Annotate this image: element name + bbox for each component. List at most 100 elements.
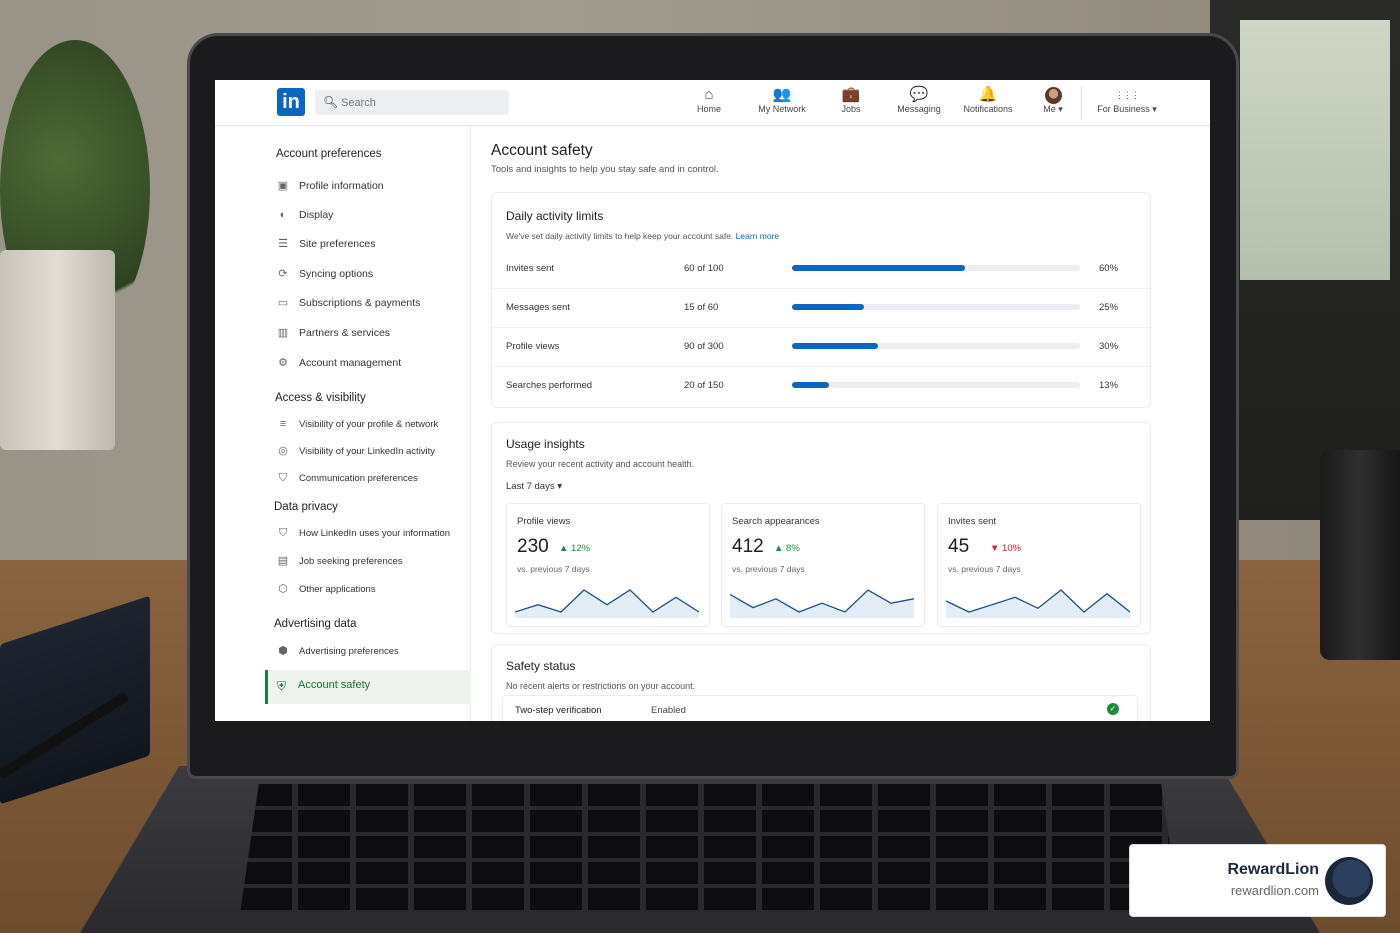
room-window <box>1210 0 1400 520</box>
limit-progress-track <box>792 343 1080 349</box>
window-pane <box>1240 20 1390 280</box>
card-icon: ▭ <box>277 297 289 309</box>
sidebar-item-label: Communication preferences <box>299 473 418 484</box>
shield-check-icon: ⛨ <box>277 679 287 693</box>
limit-count: 60 of 100 <box>684 263 724 274</box>
card-description: Review your recent activity and account … <box>506 459 695 469</box>
sidebar-item-label: Visibility of your profile & network <box>299 419 439 430</box>
watermark-brand: RewardLion <box>1227 861 1319 878</box>
sidebar-item-advertising-preferences[interactable]: ⬢ Advertising preferences <box>275 642 399 660</box>
stat-title: Search appearances <box>732 516 820 527</box>
sparkline-invites-sent <box>946 589 1130 618</box>
watermark-badge: RewardLion rewardlion.com <box>1129 844 1386 917</box>
limit-row-messages: Messages sent 15 of 60 25% <box>492 289 1152 328</box>
limit-progress-fill <box>792 343 879 349</box>
sidebar-item-account-management[interactable]: ⚙ Account management <box>275 354 401 372</box>
nav-my-network-label: My Network <box>758 104 806 114</box>
sync-icon: ⟳ <box>278 268 288 280</box>
sidebar-item-account-safety[interactable]: ⛨ Account safety <box>265 670 471 704</box>
card-description: No recent alerts or restrictions on your… <box>506 681 696 691</box>
sidebar-item-communication[interactable]: ⛉ Communication preferences <box>275 469 418 487</box>
stat-comparison: vs. previous 7 days <box>517 564 590 574</box>
sidebar-item-visibility-activity[interactable]: ◎ Visibility of your LinkedIn activity <box>275 442 435 460</box>
limit-count: 90 of 300 <box>684 341 724 352</box>
stat-card-search-appearances: Search appearances 412 ▲ 8% vs. previous… <box>721 503 925 627</box>
limit-count: 20 of 150 <box>684 380 724 391</box>
settings-sidebar: Account preferences ▣ Profile information… <box>215 126 471 721</box>
nav-notifications[interactable]: 🔔 Notifications <box>959 86 1017 114</box>
stat-value: 412 <box>732 536 764 557</box>
limit-row-searches: Searches performed 20 of 150 13% <box>492 367 1152 406</box>
sidebar-item-profile-information[interactable]: ▣ Profile information <box>275 177 384 195</box>
list-icon: ☰ <box>278 238 288 250</box>
limit-label: Invites sent <box>506 263 555 274</box>
sidebar-item-subscriptions-payments[interactable]: ▭ Subscriptions & payments <box>275 294 421 312</box>
sparkline-area <box>730 590 914 618</box>
keyboard-rows <box>240 784 1180 914</box>
plant-pot <box>0 250 115 450</box>
two-step-verification-row[interactable]: Two-step verification Enabled ✓ <box>502 695 1138 721</box>
stat-delta: ▲ 12% <box>559 543 591 554</box>
stat-title: Profile views <box>517 516 571 527</box>
sidebar-item-label: Partners & services <box>299 327 391 339</box>
nav-messaging[interactable]: 💬 Messaging <box>891 86 947 114</box>
card-title: Daily activity limits <box>506 209 604 223</box>
stat-card-invites-sent: Invites sent 45 ▼ 10% vs. previous 7 day… <box>937 503 1141 627</box>
status-value: Enabled <box>651 705 686 716</box>
check-circle-icon: ✓ <box>1107 703 1119 715</box>
nav-jobs-label: Jobs <box>841 104 861 114</box>
page-title: Account safety <box>491 142 593 159</box>
limit-percent: 25% <box>1099 302 1119 313</box>
limit-progress-track <box>792 304 1080 310</box>
learn-more-link[interactable]: Learn more <box>736 231 779 241</box>
mug <box>1320 450 1400 660</box>
nav-jobs[interactable]: 💼 Jobs <box>831 86 871 114</box>
sidebar-item-visibility-profile[interactable]: ≡ Visibility of your profile & network <box>275 415 438 433</box>
sidebar-item-syncing-options[interactable]: ⟳ Syncing options <box>275 265 373 283</box>
nav-notifications-label: Notifications <box>963 104 1013 114</box>
nav-for-business[interactable]: ⋮⋮⋮ For Business ▾ <box>1091 86 1163 115</box>
sidebar-item-how-linkedin-uses[interactable]: ⛉ How LinkedIn uses your information <box>275 524 450 542</box>
linkedin-logo[interactable]: in <box>277 88 305 116</box>
sidebar-item-partners-services[interactable]: ▥ Partners & services <box>275 324 390 342</box>
sidebar-item-site-preferences[interactable]: ☰ Site preferences <box>275 235 375 253</box>
limit-count: 15 of 60 <box>684 302 719 313</box>
stat-value: 230 <box>517 536 549 557</box>
grid-icon: ⋮⋮⋮ <box>1115 90 1140 100</box>
sparkline-area <box>946 590 1130 618</box>
search-box[interactable]: 🔍︎ <box>315 90 509 115</box>
sidebar-item-label: How LinkedIn uses your information <box>299 528 451 539</box>
building-icon: ▥ <box>277 327 289 339</box>
nav-my-network[interactable]: 👥 My Network <box>751 86 813 114</box>
limit-progress-fill <box>792 382 830 388</box>
home-icon: ⌂ <box>704 86 714 103</box>
nav-me[interactable]: Me ▾ <box>1037 86 1069 115</box>
lines-icon: ≡ <box>279 418 287 430</box>
nav-home[interactable]: ⌂ Home <box>687 86 731 114</box>
section-data-privacy: Data privacy <box>274 501 338 513</box>
safety-status-card: Safety status No recent alerts or restri… <box>491 644 1151 721</box>
shield-icon: ⛉ <box>278 472 288 484</box>
top-navigation-bar: in 🔍︎ ⌂ Home 👥 My Network 💼 Jobs 💬 Messa… <box>215 80 1210 126</box>
date-range-dropdown[interactable]: Last 7 days ▾ <box>506 481 562 492</box>
limit-row-invites: Invites sent 60 of 100 60% <box>492 250 1152 289</box>
limit-progress-track <box>792 265 1080 271</box>
limit-progress-track <box>792 382 1080 388</box>
sidebar-item-label: Account safety <box>298 679 371 691</box>
limit-label: Messages sent <box>506 302 570 313</box>
lion-logo-icon <box>1325 857 1373 905</box>
sidebar-item-label: Advertising preferences <box>299 646 399 657</box>
sidebar-item-job-seeking[interactable]: ▤ Job seeking preferences <box>275 552 403 570</box>
search-input[interactable] <box>341 93 501 112</box>
sidebar-item-label: Visibility of your LinkedIn activity <box>299 446 436 457</box>
nav-home-label: Home <box>696 104 721 114</box>
screen: in 🔍︎ ⌂ Home 👥 My Network 💼 Jobs 💬 Messa… <box>215 80 1210 721</box>
display-icon: ◐ <box>279 209 287 221</box>
limit-label: Searches performed <box>506 380 593 391</box>
briefcase-icon: 💼 <box>841 86 861 103</box>
sidebar-item-display[interactable]: ◐ Display <box>275 206 334 224</box>
avatar <box>1044 87 1062 104</box>
sidebar-item-other-applications[interactable]: ⬡ Other applications <box>275 580 375 598</box>
limit-label: Profile views <box>506 341 560 352</box>
limit-percent: 30% <box>1099 341 1119 352</box>
